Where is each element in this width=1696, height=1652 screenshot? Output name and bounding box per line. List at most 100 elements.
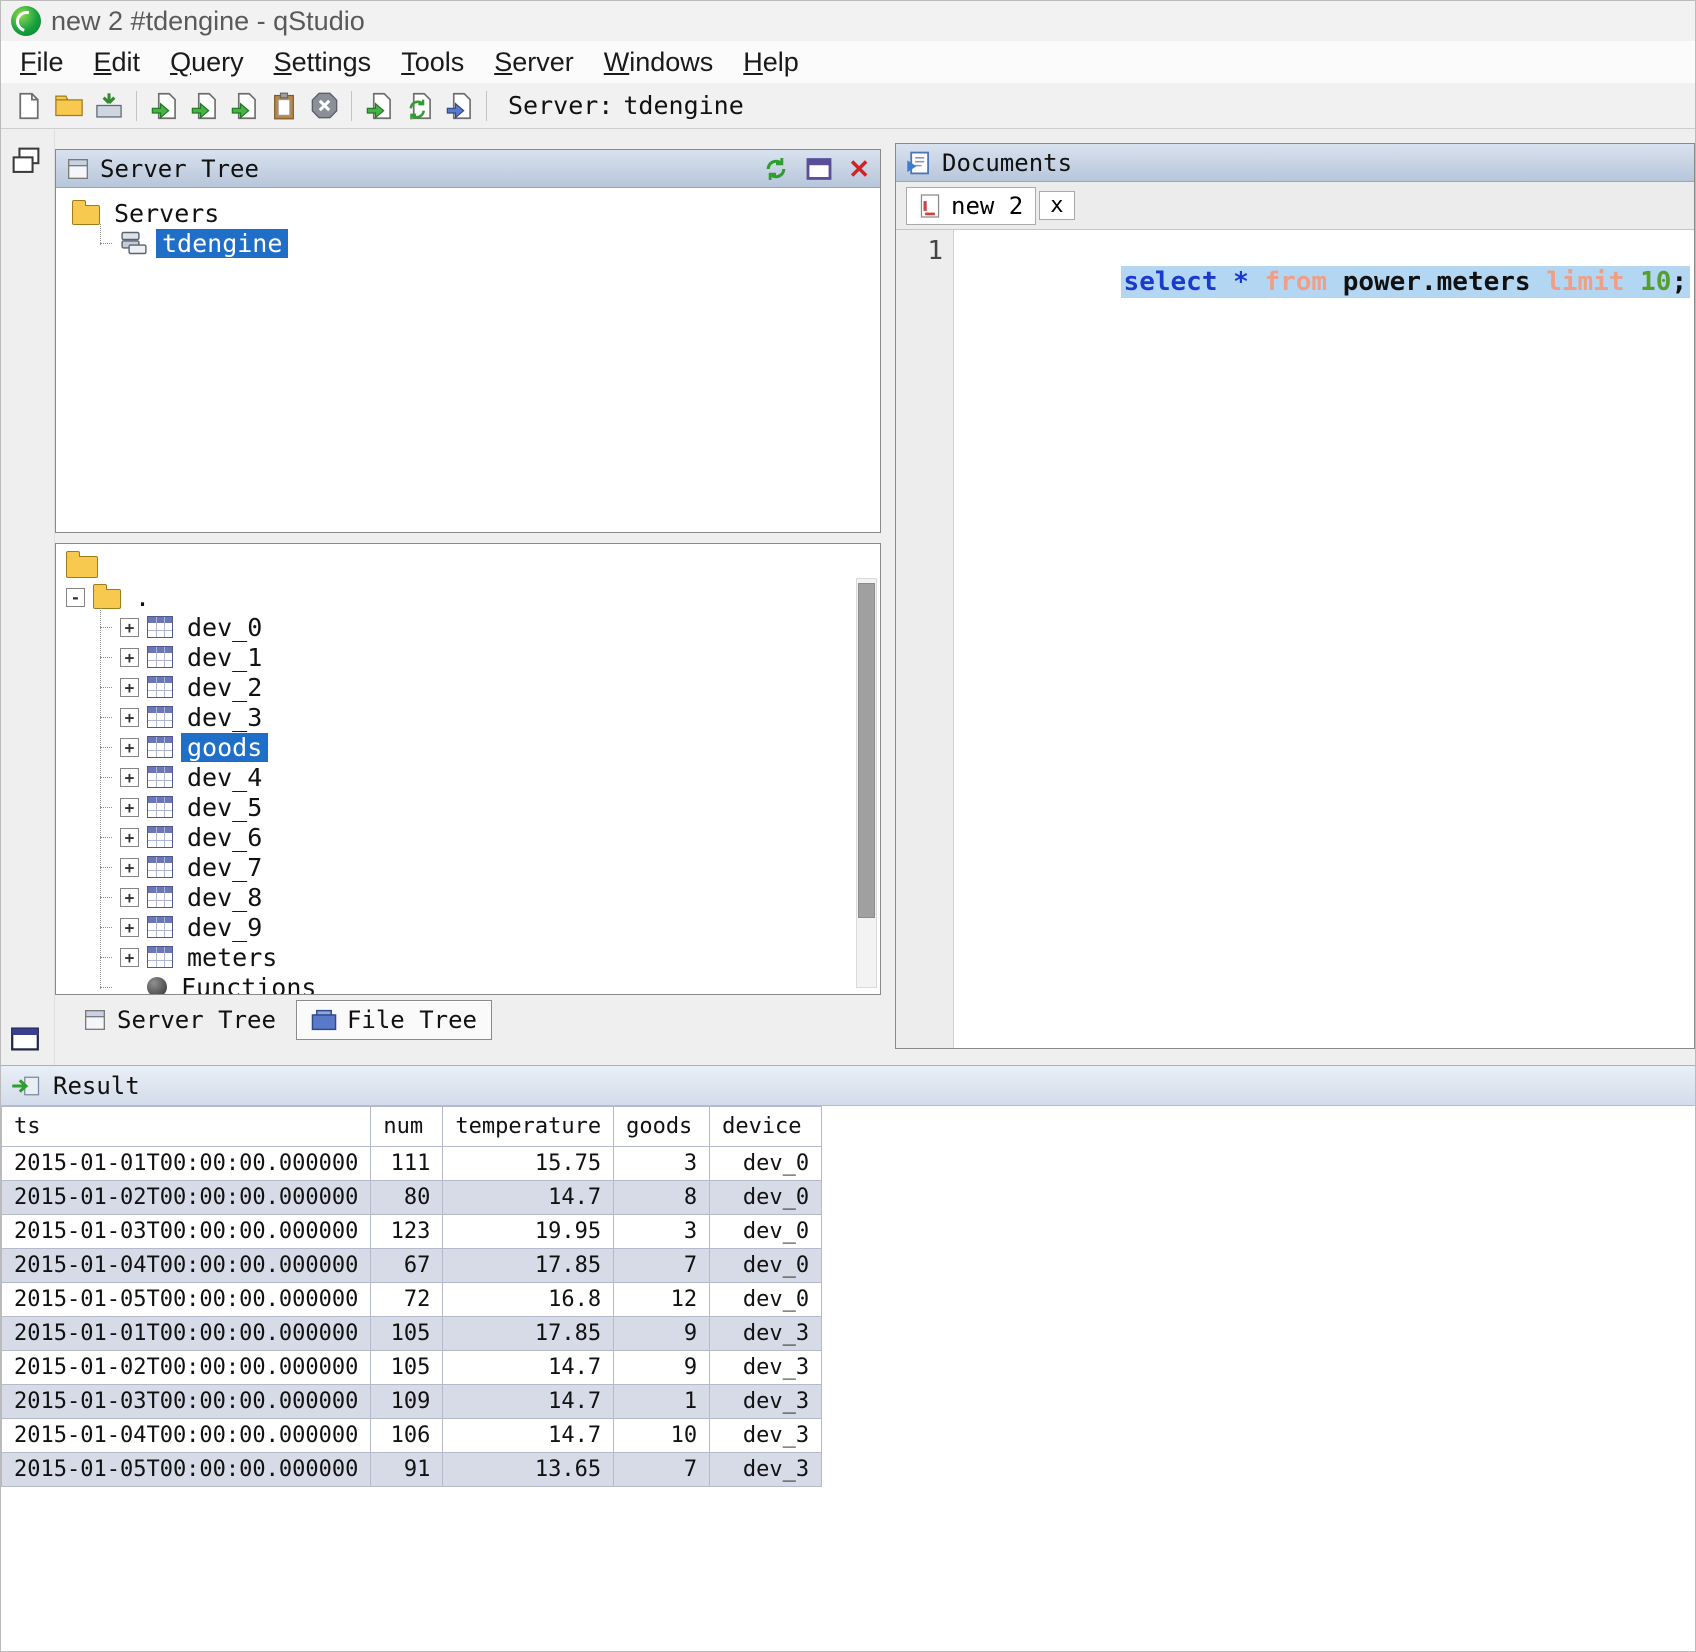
sql-editor: 1 select * from power.meters limit 10;: [896, 230, 1694, 1048]
file-tree-item-dev_3[interactable]: +dev_3: [100, 702, 880, 732]
result-column-num[interactable]: num: [371, 1107, 443, 1147]
menu-item-query[interactable]: Query: [155, 45, 259, 80]
file-tree-parent-row[interactable]: [66, 550, 880, 580]
close-panel-icon[interactable]: ✕: [848, 156, 870, 182]
server-tree-item-tdengine[interactable]: tdengine: [100, 228, 880, 258]
functions-label: Functions: [175, 973, 322, 996]
send-query-button[interactable]: [359, 87, 399, 125]
file-tree-item-dev_0[interactable]: +dev_0: [100, 612, 880, 642]
mini-window-icon: [10, 1027, 40, 1051]
menu-item-windows[interactable]: Windows: [589, 45, 729, 80]
collapse-icon[interactable]: -: [66, 588, 85, 607]
result-cell: 2015-01-04T00:00:00.000000: [2, 1419, 371, 1453]
save-button[interactable]: [89, 87, 129, 125]
result-cell: dev_3: [710, 1419, 822, 1453]
result-cell: 2015-01-03T00:00:00.000000: [2, 1215, 371, 1249]
file-tree-item-meters[interactable]: +meters: [100, 942, 880, 972]
result-column-temperature[interactable]: temperature: [443, 1107, 614, 1147]
result-column-ts[interactable]: ts: [2, 1107, 371, 1147]
file-tree-item-dev_6[interactable]: +dev_6: [100, 822, 880, 852]
result-row[interactable]: 2015-01-02T00:00:00.0000008014.78dev_0: [2, 1181, 822, 1215]
code-token: ;: [1671, 267, 1687, 297]
expand-icon[interactable]: +: [120, 768, 139, 787]
file-tree-item-dev_5[interactable]: + dev_5: [100, 792, 880, 822]
result-cell: dev_3: [710, 1317, 822, 1351]
minimized-panel-button[interactable]: [10, 1027, 40, 1051]
result-row[interactable]: 2015-01-04T00:00:00.00000010614.710dev_3: [2, 1419, 822, 1453]
file-tree-scrollbar[interactable]: [856, 578, 877, 988]
expand-icon[interactable]: +: [120, 918, 139, 937]
table-icon: [147, 796, 173, 818]
tab-file-tree[interactable]: File Tree: [296, 1000, 492, 1040]
run-file-button[interactable]: [224, 87, 264, 125]
tab-server-tree[interactable]: Server Tree: [69, 1001, 290, 1039]
menu-item-help[interactable]: Help: [728, 45, 814, 80]
expand-icon[interactable]: +: [120, 678, 139, 697]
document-tab-close-button[interactable]: x: [1039, 191, 1074, 220]
scrollbar-thumb[interactable]: [858, 583, 875, 918]
result-column-device[interactable]: device: [710, 1107, 822, 1147]
result-body-area: tsnumtemperaturegoodsdevice 2015-01-01T0…: [1, 1106, 1695, 1651]
open-button[interactable]: [49, 87, 89, 125]
result-row[interactable]: 2015-01-02T00:00:00.00000010514.79dev_3: [2, 1351, 822, 1385]
result-cell: 2015-01-05T00:00:00.000000: [2, 1453, 371, 1487]
file-tree-item-dev_8[interactable]: +dev_8: [100, 882, 880, 912]
result-header-row: tsnumtemperaturegoodsdevice: [2, 1107, 822, 1147]
dock-tab-bar: Server Tree File Tree: [55, 995, 881, 1045]
result-title: Result: [53, 1072, 140, 1100]
result-row[interactable]: 2015-01-05T00:00:00.0000009113.657dev_3: [2, 1453, 822, 1487]
menu-item-file[interactable]: File: [5, 45, 79, 80]
menu-item-edit[interactable]: Edit: [79, 45, 156, 80]
expand-icon[interactable]: +: [120, 828, 139, 847]
result-cell: 2015-01-02T00:00:00.000000: [2, 1181, 371, 1215]
menu-item-server[interactable]: Server: [479, 45, 589, 80]
result-row[interactable]: 2015-01-01T00:00:00.00000010517.859dev_3: [2, 1317, 822, 1351]
result-row[interactable]: 2015-01-05T00:00:00.0000007216.812dev_0: [2, 1283, 822, 1317]
result-column-goods[interactable]: goods: [614, 1107, 710, 1147]
server-value[interactable]: tdengine: [623, 91, 743, 120]
export-button[interactable]: [439, 87, 479, 125]
refresh-panel-icon[interactable]: [762, 156, 790, 182]
server-tree-root[interactable]: Servers: [72, 198, 880, 228]
run-selection-button[interactable]: [144, 87, 184, 125]
expand-icon[interactable]: +: [120, 648, 139, 667]
expand-icon[interactable]: +: [120, 888, 139, 907]
tab-new-2[interactable]: new 2: [906, 187, 1036, 225]
file-tree-item-dev_7[interactable]: +dev_7: [100, 852, 880, 882]
code-area[interactable]: select * from power.meters limit 10;: [954, 230, 1694, 1048]
result-row[interactable]: 2015-01-03T00:00:00.00000012319.953dev_0: [2, 1215, 822, 1249]
restore-window-icon[interactable]: [806, 158, 832, 180]
result-cell: 2015-01-02T00:00:00.000000: [2, 1351, 371, 1385]
menu-item-settings[interactable]: Settings: [259, 45, 387, 80]
table-name: dev_5: [181, 793, 268, 822]
expand-icon[interactable]: +: [120, 798, 139, 817]
result-row[interactable]: 2015-01-04T00:00:00.0000006717.857dev_0: [2, 1249, 822, 1283]
expand-icon[interactable]: +: [120, 618, 139, 637]
stop-button[interactable]: [304, 87, 344, 125]
expand-icon[interactable]: +: [120, 948, 139, 967]
result-cell: dev_3: [710, 1351, 822, 1385]
file-tree-item-dev_9[interactable]: +dev_9: [100, 912, 880, 942]
toolbar-separator: [136, 91, 137, 121]
result-cell: 3: [614, 1215, 710, 1249]
result-row[interactable]: 2015-01-03T00:00:00.00000010914.71dev_3: [2, 1385, 822, 1419]
refresh-button[interactable]: [399, 87, 439, 125]
file-tree-children: +dev_0+dev_1+dev_2+dev_3+goods+dev_4+dev…: [100, 612, 880, 995]
expand-icon[interactable]: +: [120, 738, 139, 757]
file-tree-item-functions[interactable]: Functions: [100, 972, 880, 995]
file-tree-root[interactable]: - .: [66, 582, 880, 612]
table-name: goods: [181, 733, 268, 762]
file-tree-item-dev_1[interactable]: +dev_1: [100, 642, 880, 672]
result-row[interactable]: 2015-01-01T00:00:00.00000011115.753dev_0: [2, 1147, 822, 1181]
result-cell: 106: [371, 1419, 443, 1453]
expand-icon[interactable]: +: [120, 858, 139, 877]
new-file-button[interactable]: [9, 87, 49, 125]
windows-stack-button[interactable]: [10, 145, 42, 177]
file-tree-item-dev_4[interactable]: +dev_4: [100, 762, 880, 792]
file-tree-item-dev_2[interactable]: +dev_2: [100, 672, 880, 702]
menu-item-tools[interactable]: Tools: [386, 45, 479, 80]
run-statement-button[interactable]: [184, 87, 224, 125]
file-tree-item-goods[interactable]: + goods: [100, 732, 880, 762]
paste-button[interactable]: [264, 87, 304, 125]
expand-icon[interactable]: +: [120, 708, 139, 727]
